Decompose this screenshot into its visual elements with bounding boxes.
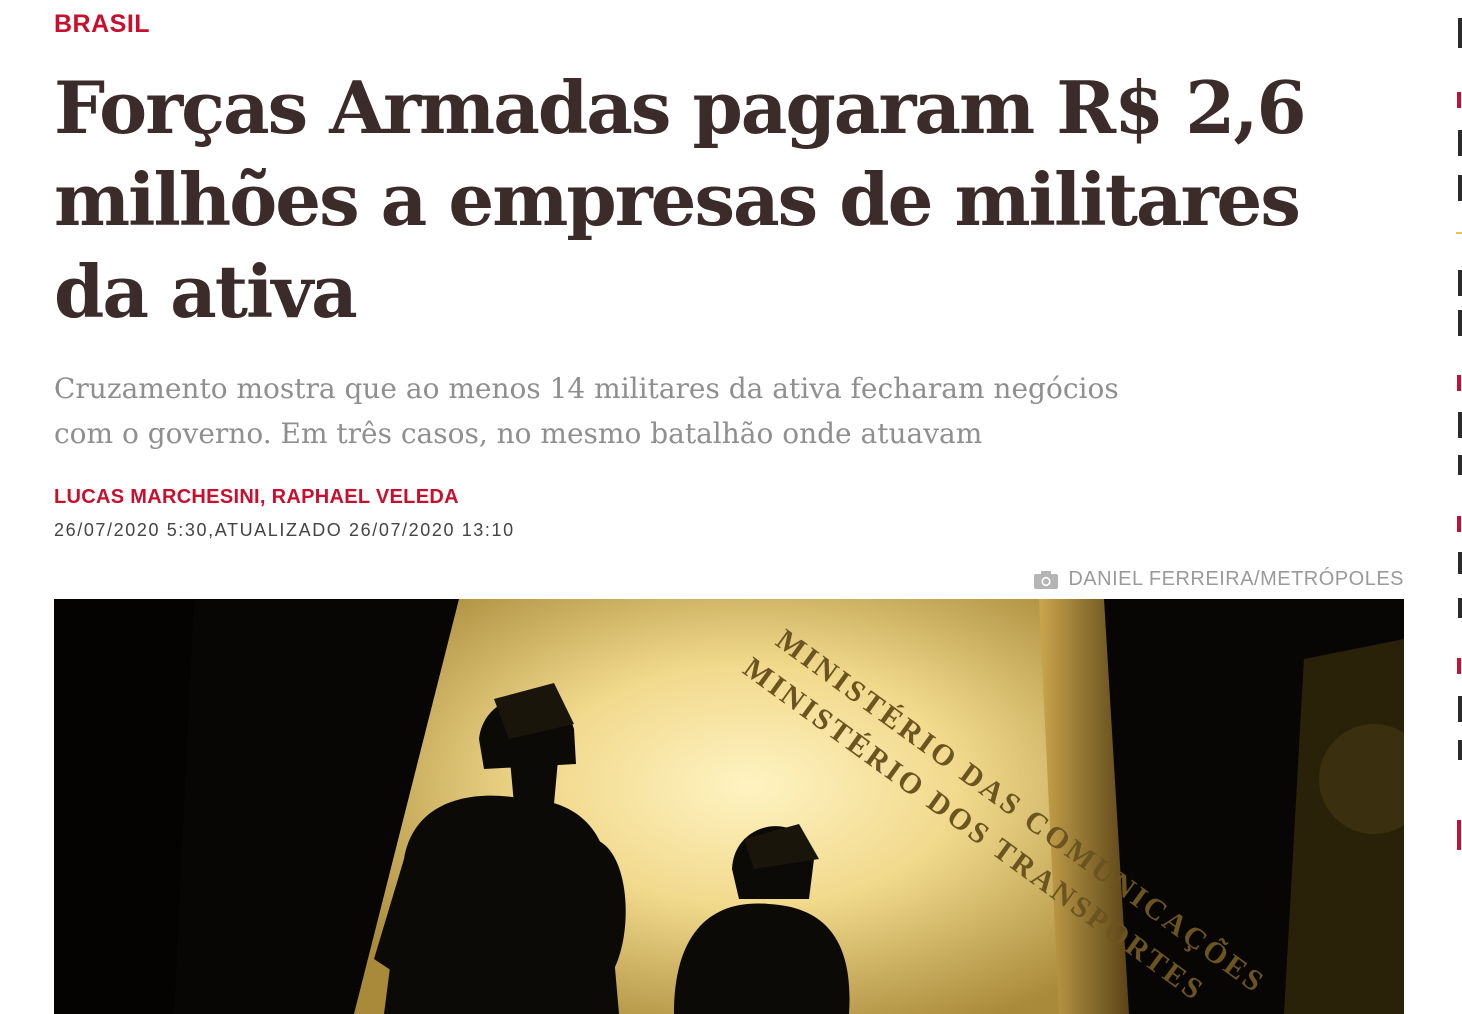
- section-link[interactable]: BRASIL: [54, 10, 150, 39]
- page: BRASIL Forças Armadas pagaram R$ 2,6 mil…: [0, 0, 1462, 1014]
- article-authors[interactable]: LUCAS MARCHESINI, RAPHAEL VELEDA: [54, 486, 459, 509]
- sidebar-glyph: [1458, 310, 1462, 336]
- article-photo-image: MINISTÉRIO DAS COMUNICAÇÕES MINISTÉRIO D…: [54, 599, 1404, 1014]
- sidebar-glyph: [1458, 270, 1462, 296]
- sidebar-glyph: [1458, 18, 1462, 48]
- article-dates: 26/07/2020 5:30,ATUALIZADO 26/07/2020 13…: [54, 520, 515, 540]
- sidebar-glyph: [1458, 740, 1462, 760]
- sidebar-glyph: [1458, 598, 1462, 618]
- article-photo[interactable]: MINISTÉRIO DAS COMUNICAÇÕES MINISTÉRIO D…: [54, 599, 1404, 1014]
- photo-credit-text: DANIEL FERREIRA/METRÓPOLES: [1068, 568, 1404, 590]
- article-subtitle: Cruzamento mostra que ao menos 14 milita…: [54, 372, 1119, 450]
- sidebar-divider: [1456, 232, 1462, 234]
- article-headline: Forças Armadas pagaram R$ 2,6 milhões a …: [54, 65, 1307, 334]
- sidebar-marker: [1457, 375, 1461, 391]
- sidebar-glyph: [1458, 552, 1462, 574]
- sidebar-glyph: [1458, 130, 1462, 156]
- sidebar-marker: [1457, 658, 1461, 674]
- camera-icon: [1034, 570, 1059, 589]
- sidebar-marker: [1457, 820, 1461, 850]
- sidebar-glyph: [1458, 175, 1462, 201]
- sidebar-glyph: [1458, 455, 1462, 475]
- sidebar-marker: [1457, 516, 1461, 532]
- sidebar-glyph: [1458, 696, 1462, 722]
- sidebar-glyph: [1458, 412, 1462, 438]
- sidebar-strip: [1452, 0, 1462, 1014]
- photo-credit: DANIEL FERREIRA/METRÓPOLES: [1034, 568, 1404, 591]
- sidebar-marker: [1457, 92, 1461, 108]
